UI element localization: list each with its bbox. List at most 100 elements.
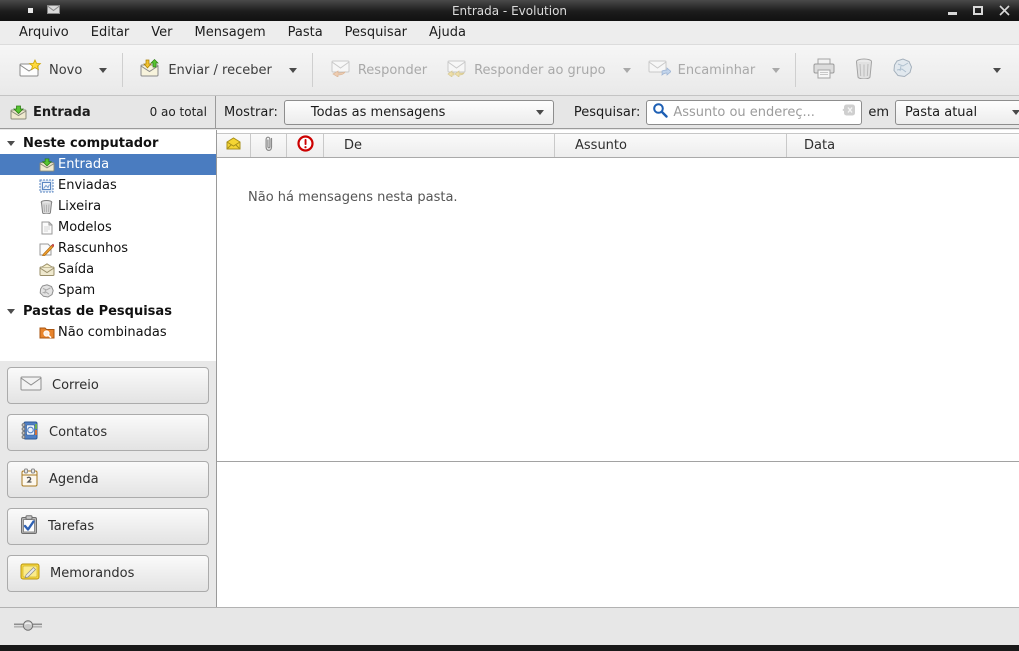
search-scope-dropdown[interactable]: Pasta atual [895,100,1019,125]
expander-triangle-icon[interactable] [7,309,15,314]
toolbar: Novo Enviar / receber Responder Responde… [0,45,1019,96]
online-status-icon[interactable] [13,618,43,636]
inbox-icon [38,157,55,173]
taskbar-strip [0,645,1019,651]
switcher-calendar-button[interactable]: Agenda [7,461,209,498]
new-message-icon [19,59,42,81]
forward-label: Encaminhar [678,63,756,78]
memos-icon [20,563,40,584]
trash-icon [854,58,874,83]
reply-group-button[interactable]: Responder ao grupo [436,53,615,88]
menu-editar[interactable]: Editar [80,23,141,42]
send-receive-label: Enviar / receber [168,63,272,78]
in-label: em [868,105,889,120]
toolbar-separator [312,53,313,87]
folder-tree: Neste computador Entrada Enviadas Lixeir… [0,130,216,361]
window-menu-icon[interactable] [28,8,33,13]
tree-section-this-computer[interactable]: Neste computador [0,133,216,154]
message-filter-dropdown[interactable]: Todas as mensagens [284,100,554,125]
column-status[interactable] [217,134,251,157]
forward-button[interactable]: Encaminhar [639,53,765,88]
folder-item-lixeira[interactable]: Lixeira [0,196,216,217]
new-message-button[interactable]: Novo [10,52,91,88]
preview-pane-splitter[interactable] [217,461,1019,462]
switcher-mail-button[interactable]: Correio [7,367,209,404]
menu-arquivo[interactable]: Arquivo [8,23,80,42]
maximize-button[interactable] [971,4,985,18]
evolution-window: Entrada - Evolution Arquivo Editar Ver M… [0,0,1019,651]
status-bar [0,607,1019,645]
delete-button[interactable] [845,51,883,90]
send-receive-dropdown[interactable] [281,61,305,80]
junk-icon [892,58,913,82]
search-label: Pesquisar: [574,105,641,120]
folder-item-spam[interactable]: Spam [0,280,216,301]
menu-pasta[interactable]: Pasta [277,23,334,42]
column-importance[interactable] [287,134,324,157]
folder-label: Modelos [58,220,112,235]
close-button[interactable] [997,4,1011,18]
switcher-label: Memorandos [50,566,134,581]
junk-button[interactable] [883,51,922,89]
reply-group-dropdown[interactable] [615,61,639,80]
view-switcher: Correio Contatos Agenda Tarefas [0,361,216,607]
chevron-down-icon [536,110,544,115]
folder-item-saida[interactable]: Saída [0,259,216,280]
junk-icon [38,283,55,299]
expander-triangle-icon[interactable] [7,141,15,146]
window-title: Entrada - Evolution [0,4,1019,18]
folder-item-entrada[interactable]: Entrada [0,154,216,175]
reply-label: Responder [358,63,427,78]
search-box [646,100,862,125]
search-icon[interactable] [652,102,668,122]
toolbar-overflow-button[interactable] [985,61,1009,80]
forward-dropdown[interactable] [764,61,788,80]
switcher-tasks-button[interactable]: Tarefas [7,508,209,545]
column-from[interactable]: De [324,134,555,157]
column-label: Assunto [575,138,627,153]
folder-item-rascunhos[interactable]: Rascunhos [0,238,216,259]
tree-section-label: Neste computador [23,136,158,151]
menubar: Arquivo Editar Ver Mensagem Pasta Pesqui… [0,21,1019,45]
folder-label: Lixeira [58,199,101,214]
column-label: Data [804,138,835,153]
show-label: Mostrar: [224,105,278,120]
print-button[interactable] [803,51,845,90]
reply-group-label: Responder ao grupo [474,63,606,78]
menu-mensagem[interactable]: Mensagem [184,23,277,42]
sent-icon [38,178,55,194]
reply-button[interactable]: Responder [320,53,436,88]
switcher-label: Agenda [49,472,99,487]
switcher-label: Tarefas [48,519,94,534]
minimize-button[interactable] [945,4,959,18]
current-folder-title: Entrada [33,105,91,120]
folder-item-nao-combinadas[interactable]: Não combinadas [0,322,216,343]
clear-search-icon[interactable] [842,104,856,120]
folder-item-modelos[interactable]: Modelos [0,217,216,238]
calendar-icon [20,468,39,491]
app-envelope-icon [47,3,60,18]
folder-item-enviadas[interactable]: Enviadas [0,175,216,196]
menu-ajuda[interactable]: Ajuda [418,23,477,42]
empty-folder-message: Não há mensagens nesta pasta. [248,190,458,205]
column-attachment[interactable] [251,134,287,157]
message-list-pane: De Assunto Data Não há mensagens nesta p… [217,130,1019,607]
folder-label: Enviadas [58,178,117,193]
menu-ver[interactable]: Ver [140,23,183,42]
folder-label: Entrada [58,157,109,172]
switcher-memos-button[interactable]: Memorandos [7,555,209,592]
switcher-contacts-button[interactable]: Contatos [7,414,209,451]
titlebar: Entrada - Evolution [0,0,1019,21]
new-message-dropdown[interactable] [91,61,115,80]
reply-group-icon [445,60,467,81]
send-receive-button[interactable]: Enviar / receber [130,52,281,88]
menu-pesquisar[interactable]: Pesquisar [334,23,418,42]
search-folder-icon [38,325,55,341]
toolbar-separator [795,53,796,87]
tasks-icon [20,515,38,538]
tree-section-search-folders[interactable]: Pastas de Pesquisas [0,301,216,322]
search-input[interactable] [673,105,837,120]
folder-header: Entrada 0 ao total [0,96,216,128]
column-subject[interactable]: Assunto [555,134,787,157]
column-date[interactable]: Data [787,134,1019,157]
